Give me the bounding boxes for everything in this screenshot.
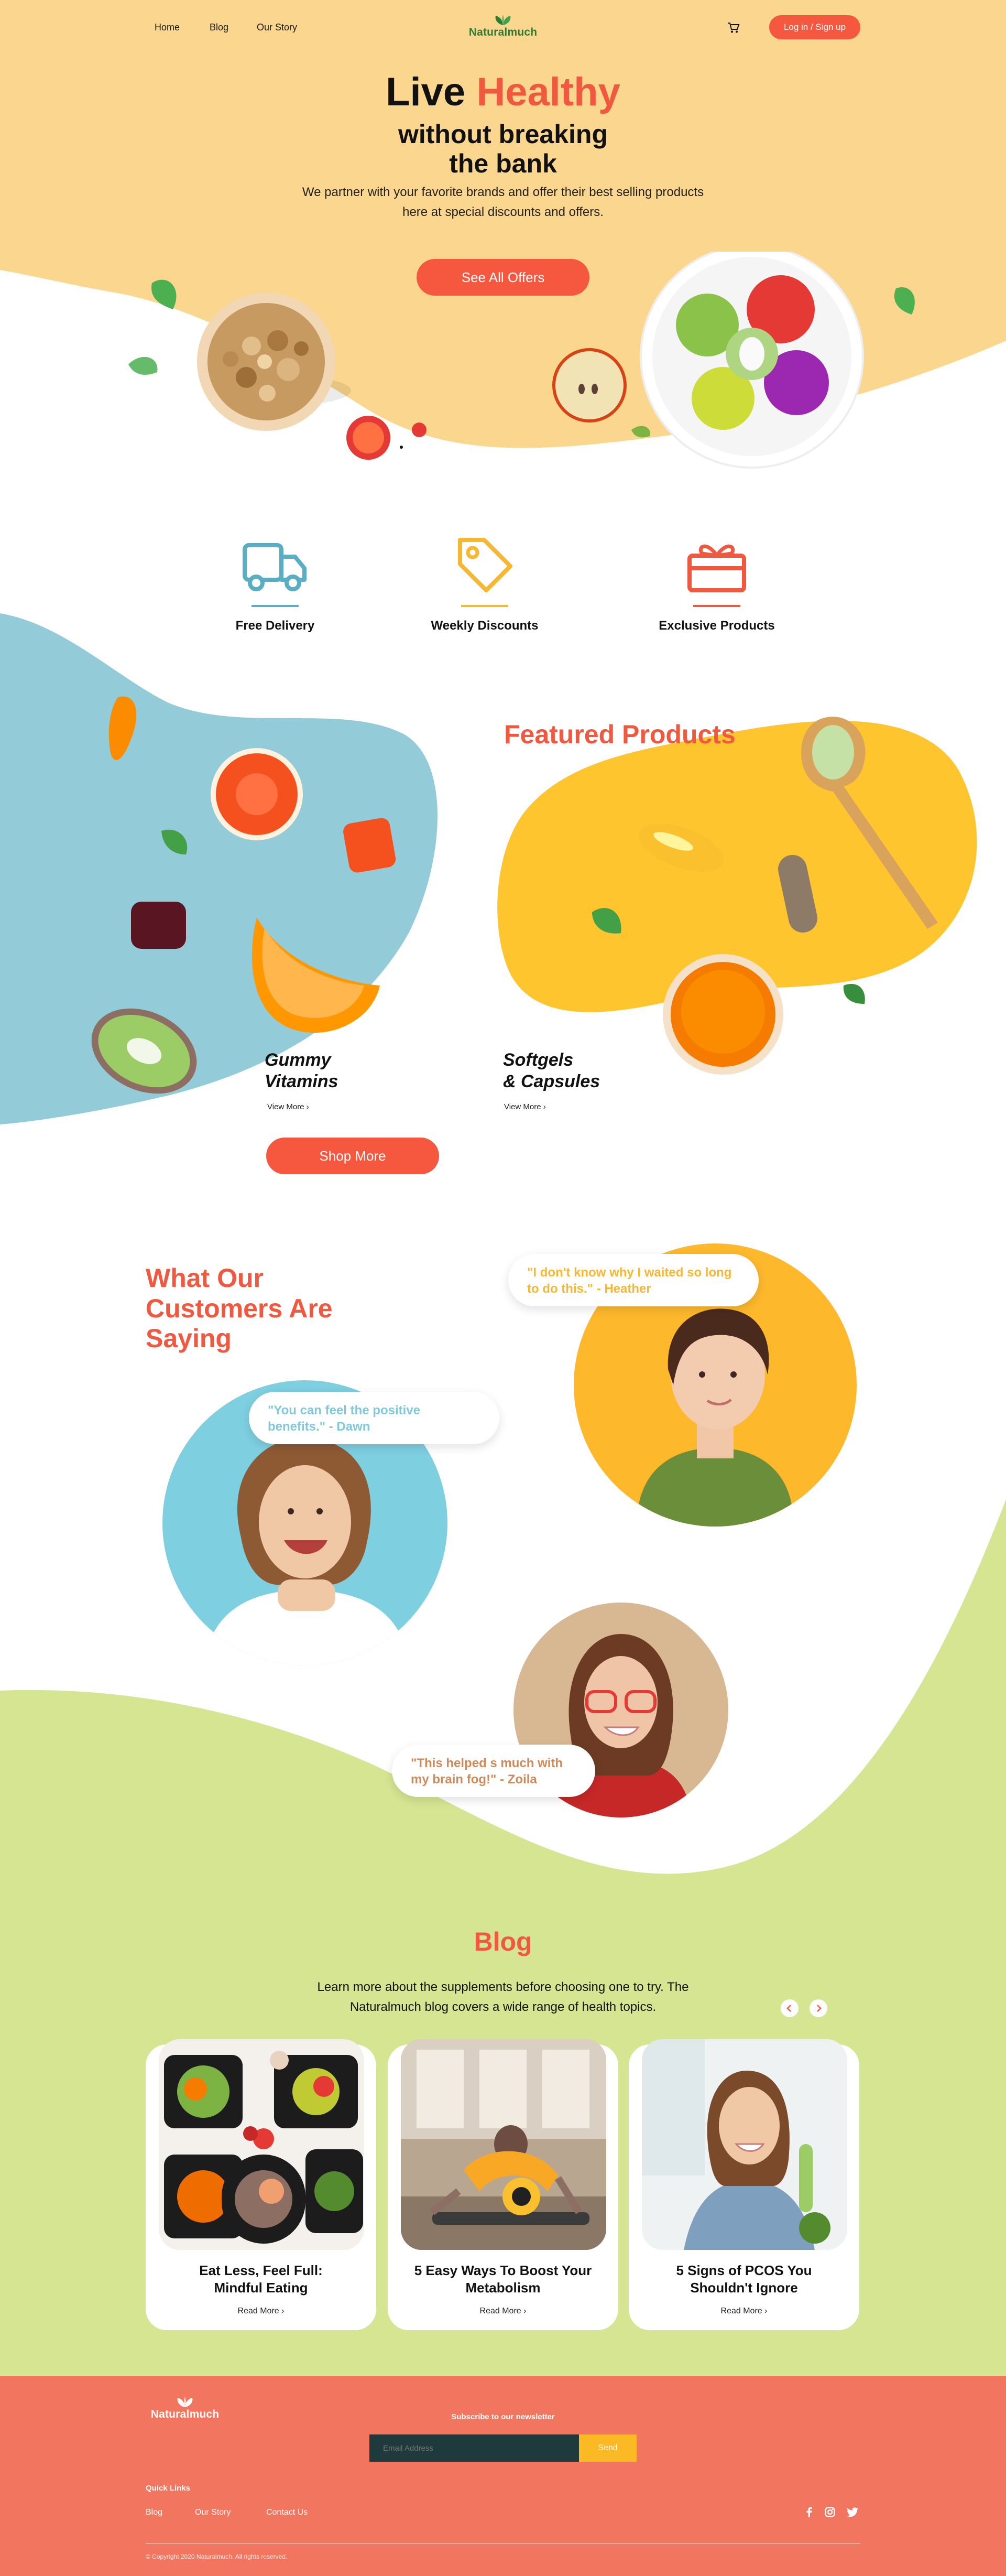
blog-card-metabolism[interactable]: 5 Easy Ways To Boost Your Metabolism Rea…	[388, 2039, 618, 2330]
blog-image-meal-prep	[159, 2039, 364, 2250]
nav-our-story[interactable]: Our Story	[257, 22, 297, 33]
blog-card-mindful-eating[interactable]: Eat Less, Feel Full: Mindful Eating Read…	[146, 2039, 376, 2330]
gift-icon	[687, 544, 746, 592]
chevron-right-icon	[817, 2005, 822, 2012]
testimonials-title-line3: Saying	[146, 1324, 232, 1353]
hero-subtitle-line2: the bank	[449, 149, 557, 178]
blog-card-title: 5 Signs of PCOS You Shouldn't Ignore	[629, 2262, 859, 2296]
instagram-icon[interactable]	[825, 2507, 835, 2517]
feature-label: Free Delivery	[235, 619, 315, 633]
hero-subtitle: without breaking the bank	[0, 120, 1006, 178]
read-more-link[interactable]: Read More ›	[629, 2307, 859, 2316]
hero-description: We partner with your favorite brands and…	[302, 185, 704, 220]
blog-card-title-line2: Shouldn't Ignore	[690, 2279, 798, 2296]
newsletter-label: Subscribe to our newsletter	[451, 2412, 555, 2421]
hero-title-healthy: Healthy	[476, 70, 620, 114]
apple-image	[552, 348, 627, 423]
hero-title: Live Healthy	[0, 72, 1006, 112]
chevron-left-icon	[786, 2005, 791, 2012]
gummy-fruit-illustration	[91, 696, 396, 1094]
product-name-gummy: Gummy Vitamins	[265, 1049, 338, 1092]
nav-home[interactable]: Home	[155, 22, 180, 33]
footer-link-blog[interactable]: Blog	[146, 2508, 162, 2517]
read-more-link[interactable]: Read More ›	[388, 2307, 618, 2316]
feature-underline	[252, 605, 299, 607]
footer: Naturalmuch Subscribe to our newsletter …	[0, 2376, 1006, 2576]
product-name-line1: Gummy	[265, 1050, 331, 1070]
read-more-link[interactable]: Read More ›	[146, 2307, 376, 2316]
blog-description: Learn more about the supplements before …	[317, 1980, 689, 2015]
blog-prev-button[interactable]	[781, 1999, 799, 2017]
blog-card-title-line1: 5 Signs of PCOS You	[676, 2263, 812, 2278]
logo-text: Naturalmuch	[468, 26, 538, 38]
send-button[interactable]: Send	[579, 2434, 637, 2462]
twitter-icon[interactable]	[847, 2507, 858, 2517]
blog-card-title: Eat Less, Feel Full: Mindful Eating	[146, 2262, 376, 2296]
salad-bowl-image	[640, 252, 864, 469]
feature-label: Exclusive Products	[659, 619, 775, 633]
testimonials-title-line1: What Our	[146, 1263, 264, 1293]
product-name-line1: Softgels	[503, 1050, 574, 1070]
woman-illustration	[642, 2039, 847, 2250]
blog-image-workout	[401, 2039, 606, 2250]
quote-dawn: "You can feel the positive benefits." - …	[249, 1392, 499, 1444]
view-more-gummy-link[interactable]: View More ›	[267, 1102, 309, 1111]
blog-card-pcos[interactable]: 5 Signs of PCOS You Shouldn't Ignore Rea…	[629, 2039, 859, 2330]
footer-link-contact-us[interactable]: Contact Us	[266, 2508, 308, 2517]
workout-illustration	[401, 2039, 606, 2250]
testimonials-title: What Our Customers Are Saying	[146, 1263, 333, 1354]
view-more-softgels-link[interactable]: View More ›	[504, 1102, 546, 1111]
feature-underline	[693, 605, 740, 607]
email-input[interactable]	[369, 2434, 579, 2462]
quick-links-title: Quick Links	[146, 2484, 191, 2493]
shop-more-button[interactable]: Shop More	[266, 1138, 439, 1174]
meal-prep-illustration	[164, 2051, 363, 2244]
leaf-logo-icon	[495, 15, 511, 25]
blog-next-button[interactable]	[810, 1999, 827, 2017]
leaf-logo-icon	[177, 2397, 193, 2407]
login-signup-button[interactable]: Log in / Sign up	[769, 15, 860, 39]
blog-card-title-line2: Metabolism	[465, 2279, 541, 2296]
granola-bowl-image	[197, 293, 351, 431]
blog-card-title-line1: Eat Less, Feel Full:	[199, 2263, 323, 2278]
hero-title-live: Live	[386, 70, 466, 114]
tag-icon	[458, 538, 512, 592]
footer-divider	[146, 2543, 860, 2544]
facebook-icon[interactable]	[806, 2507, 812, 2517]
nav-blog[interactable]: Blog	[210, 22, 228, 33]
product-name-softgels: Softgels & Capsules	[503, 1049, 600, 1092]
blog-card-title-line2: Mindful Eating	[214, 2279, 308, 2296]
logo[interactable]: Naturalmuch	[464, 15, 542, 39]
testimonials-title-line2: Customers Are	[146, 1293, 333, 1323]
product-name-line2: & Capsules	[503, 1071, 600, 1091]
truck-icon	[243, 543, 307, 591]
blog-card-title: 5 Easy Ways To Boost Your Metabolism	[388, 2262, 618, 2296]
quote-heather: "I don't know why I waited so long to do…	[508, 1254, 759, 1306]
feature-underline	[461, 605, 508, 607]
blog-card-title-line1: 5 Easy Ways To Boost Your	[414, 2263, 592, 2278]
hero-food-illustration	[128, 252, 915, 469]
blog-image-woman	[642, 2039, 847, 2250]
capsules-illustration	[592, 717, 938, 1075]
feature-label: Weekly Discounts	[431, 619, 539, 633]
product-name-line2: Vitamins	[265, 1071, 338, 1091]
footer-link-our-story[interactable]: Our Story	[195, 2508, 231, 2517]
carousel-dot[interactable]	[400, 446, 403, 449]
hero-subtitle-line1: without breaking	[398, 120, 608, 149]
copyright-text: © Copyright 2020 Naturalmuch. All rights…	[146, 2553, 288, 2560]
blog-title: Blog	[474, 1927, 532, 1956]
quote-zoila: "This helped s much with my brain fog!" …	[392, 1745, 595, 1797]
cart-icon[interactable]	[727, 22, 740, 34]
